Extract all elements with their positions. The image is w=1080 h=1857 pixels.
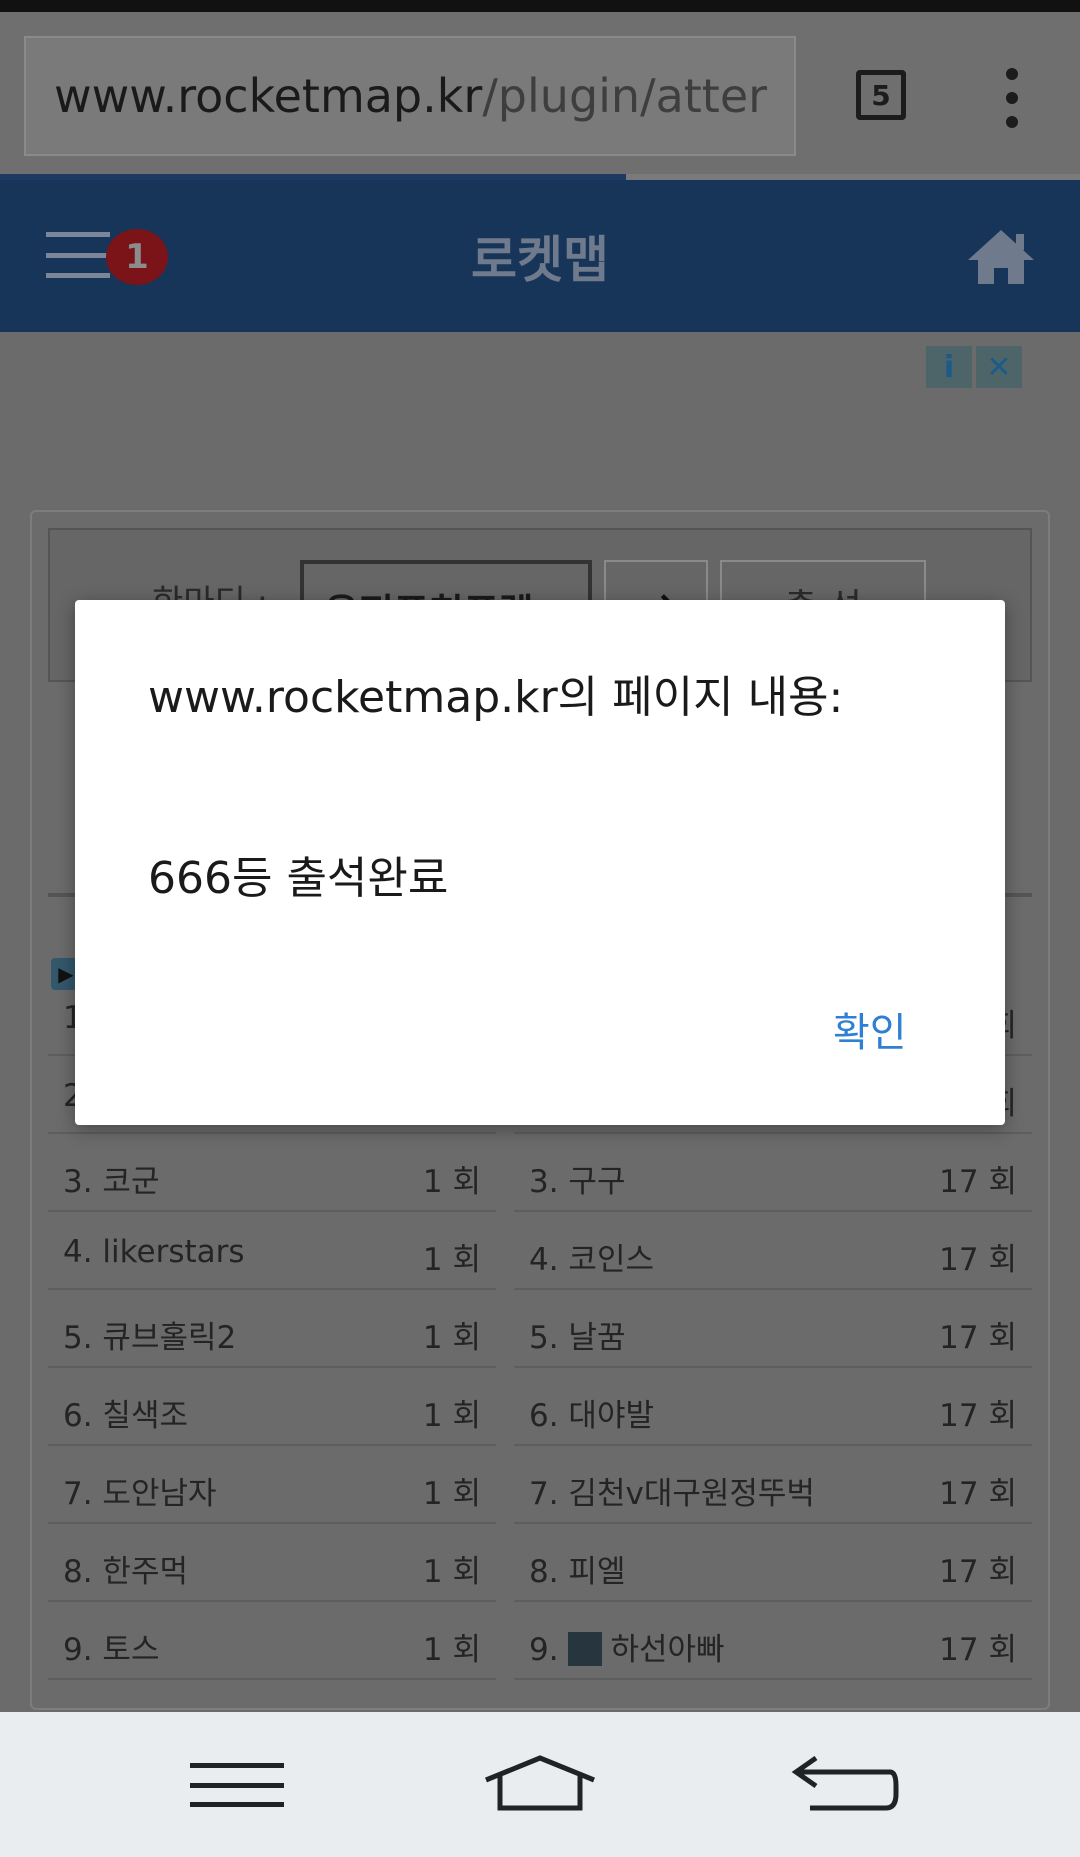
ranking-row: 5. 날꿈 17 회 (514, 1292, 1032, 1368)
dialog-title: www.rocketmap.kr의 페이지 내용: (148, 672, 844, 723)
ranking-count: 17 회 (939, 1476, 1017, 1512)
ranking-name-text: 8. 한주먹 (63, 1554, 188, 1590)
ranking-count: 1 회 (422, 1554, 481, 1590)
ranking-row: 7. 도안남자 1 회 (48, 1448, 496, 1524)
ranking-count: 17 회 (939, 1242, 1017, 1278)
ranking-count: 1 회 (422, 1320, 481, 1356)
ranking-count: 1 회 (422, 1242, 481, 1278)
ranking-name: 5. 날꿈 (529, 1312, 625, 1357)
ranking-name: 7. 도안남자 (63, 1468, 217, 1513)
ranking-row: 6. 칠색조 1 회 (48, 1370, 496, 1446)
ranking-name: 5. 큐브홀릭2 (63, 1312, 236, 1357)
ranking-row: 7. 김천v대구원정뚜벅 17 회 (514, 1448, 1032, 1524)
ranking-name-text: 5. 날꿈 (529, 1320, 626, 1356)
ranking-name: 6. 칠색조 (63, 1390, 188, 1435)
more-vert-icon[interactable] (1000, 68, 1024, 128)
ranking-name-text: 9. (529, 1632, 559, 1668)
ranking-name-text: 3. 구구 (529, 1164, 626, 1200)
ranking-row: 4. likerstars 1 회 (48, 1214, 496, 1290)
ranking-count: 17 회 (939, 1164, 1017, 1200)
menu-icon[interactable] (190, 1763, 284, 1807)
ranking-count: 17 회 (939, 1632, 1017, 1668)
url-bar[interactable]: www.rocketmap.kr/plugin/atter (24, 36, 796, 156)
ranking-name: 7. 김천v대구원정뚜벅 (529, 1468, 815, 1513)
ranking-count: 17 회 (939, 1398, 1017, 1434)
ranking-name-text: 4. 코인스 (529, 1242, 654, 1278)
ranking-row: 8. 피엘 17 회 (514, 1526, 1032, 1602)
tab-switcher-button[interactable]: 5 (856, 70, 906, 120)
status-bar (0, 0, 1080, 12)
site-header: 1 로켓맵 (0, 180, 1080, 332)
ok-button[interactable]: 확인 (833, 1000, 907, 1058)
navigation-bar (0, 1712, 1080, 1857)
ranking-name-text: 4. likerstars (63, 1234, 245, 1270)
ranking-row: 8. 한주먹 1 회 (48, 1526, 496, 1602)
ranking-name-text: 6. 칠색조 (63, 1398, 188, 1434)
ranking-row: 9. 하선아빠 17 회 (514, 1604, 1032, 1680)
ranking-name: 3. 코군 (63, 1156, 159, 1201)
ranking-name: 4. 코인스 (529, 1234, 654, 1279)
ranking-count: 1 회 (422, 1632, 481, 1668)
ranking-count: 1 회 (422, 1476, 481, 1512)
ranking-name: 6. 대야발 (529, 1390, 654, 1435)
ranking-row: 6. 대야발 17 회 (514, 1370, 1032, 1446)
url-path: /plugin/atter (482, 69, 768, 123)
ad-close-icon[interactable]: ✕ (976, 346, 1022, 388)
ranking-count: 1 회 (422, 1398, 481, 1434)
ranking-count: 1 회 (422, 1164, 481, 1200)
ranking-name-suffix: 하선아빠 (610, 1632, 725, 1668)
ranking-name: 8. 피엘 (529, 1546, 625, 1591)
ranking-row: 4. 코인스 17 회 (514, 1214, 1032, 1290)
alert-dialog: www.rocketmap.kr의 페이지 내용: 666등 출석완료 확인 (75, 600, 1005, 1125)
ranking-name-text: 7. 도안남자 (63, 1476, 217, 1512)
ranking-row: 9. 토스 1 회 (48, 1604, 496, 1680)
ranking-name: 8. 한주먹 (63, 1546, 188, 1591)
home-icon[interactable] (966, 228, 1036, 286)
ranking-count: 17 회 (939, 1320, 1017, 1356)
ranking-name-text: 9. 토스 (63, 1632, 160, 1668)
dialog-message: 666등 출석완료 (148, 853, 449, 904)
ranking-row: 5. 큐브홀릭2 1 회 (48, 1292, 496, 1368)
ranking-name-text: 8. 피엘 (529, 1554, 626, 1590)
ranking-name-text: 6. 대야발 (529, 1398, 654, 1434)
ranking-name-text: 7. 김천v대구원정뚜벅 (529, 1476, 815, 1512)
back-icon[interactable] (790, 1756, 900, 1816)
ranking-row: 3. 코군 1 회 (48, 1136, 496, 1212)
nav-home-icon[interactable] (482, 1754, 598, 1812)
ranking-count: 17 회 (939, 1554, 1017, 1590)
ranking-name: 9. 하선아빠 (529, 1624, 725, 1669)
ad-controls: i ✕ (926, 346, 1022, 388)
ranking-row: 3. 구구 17 회 (514, 1136, 1032, 1212)
ranking-name: 4. likerstars (63, 1234, 245, 1270)
site-title: 로켓맵 (471, 231, 609, 289)
ad-info-icon[interactable]: i (926, 346, 972, 388)
url-host: www.rocketmap.kr (54, 69, 483, 123)
ranking-name-text: 5. 큐브홀릭2 (63, 1320, 237, 1356)
ranking-name-text: 3. 코군 (63, 1164, 160, 1200)
ranking-name: 3. 구구 (529, 1156, 625, 1201)
ranking-name: 9. 토스 (63, 1624, 159, 1669)
browser-toolbar: www.rocketmap.kr/plugin/atter 5 (0, 12, 1080, 180)
avatar (568, 1631, 603, 1666)
